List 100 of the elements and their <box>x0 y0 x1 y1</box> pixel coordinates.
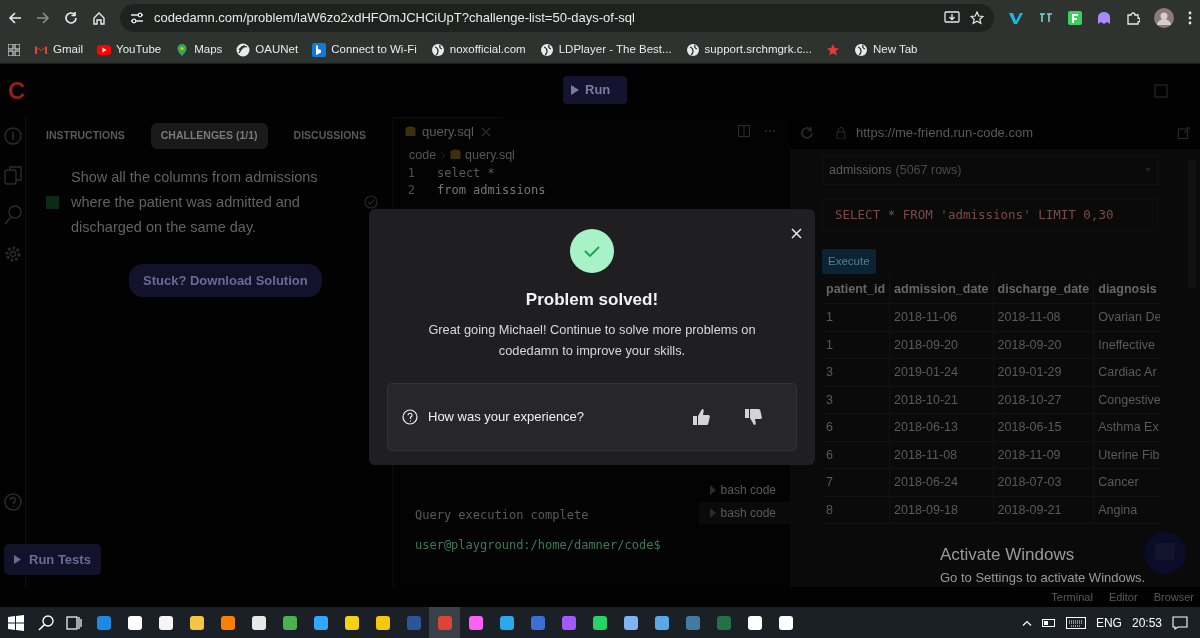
v-logo-icon[interactable] <box>1008 11 1024 25</box>
app-icon[interactable] <box>374 614 391 631</box>
dialog-message: Great going Michael! Continue to solve more problems on codedamn to improve your skills. <box>427 320 757 360</box>
breadcrumb-item[interactable]: code <box>409 145 437 165</box>
app-icon[interactable] <box>188 614 205 631</box>
thumbs-up-icon[interactable] <box>692 407 710 426</box>
panel-tab[interactable]: Terminal <box>1051 588 1093 606</box>
table-cell: 2018-09-20 <box>993 331 1094 359</box>
column-header: patient_id <box>822 276 890 304</box>
table-select[interactable]: admissions (5067 rows) <box>822 155 1158 185</box>
file-tab[interactable]: query.sql <box>393 117 503 145</box>
language-indicator[interactable]: ENG <box>1095 613 1122 632</box>
table-cell: 1 <box>822 303 890 332</box>
table-cell: 6 <box>822 441 890 469</box>
terminal-icon <box>708 507 717 519</box>
extension-icon[interactable] <box>1038 11 1054 25</box>
table-cell: 2018-11-06 <box>889 303 994 332</box>
windows-start-icon[interactable] <box>8 614 24 631</box>
tab[interactable]: DISCUSSIONS <box>283 123 376 149</box>
bookmark-link[interactable]: YouTube <box>97 40 162 59</box>
query-field[interactable]: SELECT * FROM 'admissions' LIMIT 0,30 <box>822 199 1158 231</box>
download-solution-button[interactable]: Stuck? Download Solution <box>129 263 322 298</box>
line-number: 2 <box>406 182 416 199</box>
app-icon[interactable] <box>219 614 236 631</box>
tab[interactable]: INSTRUCTIONS <box>36 123 135 149</box>
feedback-question: How was your experience? <box>428 407 586 426</box>
tab[interactable]: CHALLENGES (1/1) <box>150 123 268 149</box>
table-cell: Cancer <box>1093 468 1160 497</box>
keyboard-icon[interactable] <box>1065 616 1086 629</box>
app-icon[interactable] <box>498 614 515 631</box>
apps-grid-icon[interactable] <box>8 43 20 56</box>
table-cell: 2018-09-20 <box>889 331 994 359</box>
code-line: from admissions <box>437 182 546 199</box>
table-cell: 2018-11-08 <box>889 441 994 469</box>
app-icon[interactable] <box>281 614 298 631</box>
search-icon[interactable] <box>38 614 54 631</box>
app-icon[interactable] <box>250 614 267 631</box>
menu-icon[interactable] <box>1188 11 1192 25</box>
app-icon[interactable] <box>746 614 763 631</box>
table-cell: 2018-06-24 <box>889 468 994 497</box>
thumbs-down-icon[interactable] <box>744 407 762 426</box>
app-icon[interactable] <box>777 614 794 631</box>
address-bar[interactable]: codedamn.com/problem/laW6zo2xdHFOmJCHCiUpT?challenge-list=50-days-of-sql <box>120 4 994 32</box>
bookmark-link[interactable]: New Tab <box>854 40 918 59</box>
battery-icon[interactable] <box>1041 618 1056 627</box>
table-cell: 1 <box>822 331 890 359</box>
logo: C <box>8 75 26 106</box>
bookmark-link[interactable]: Connect to Wi-Fi <box>312 40 417 59</box>
breadcrumb-item[interactable]: query.sql <box>465 145 515 165</box>
notification-icon[interactable] <box>1172 615 1188 630</box>
avatar-icon[interactable] <box>1154 8 1174 28</box>
shell-tab[interactable]: bash code <box>698 479 790 501</box>
bookmark-link[interactable]: Maps <box>175 40 223 59</box>
install-icon[interactable] <box>944 11 960 25</box>
app-icon[interactable] <box>157 614 174 631</box>
app-icon[interactable] <box>126 614 143 631</box>
site-info-icon[interactable] <box>130 12 144 24</box>
forward-icon[interactable] <box>36 11 50 25</box>
app-icon[interactable] <box>467 614 484 631</box>
home-icon[interactable] <box>92 11 106 25</box>
ghost-icon[interactable] <box>1096 11 1112 25</box>
challenge-text: Show all the columns from admissions where the patient was admitted and discharged on the same day. <box>71 167 319 237</box>
terminal-prompt: user@playground:/home/damner/code$ <box>415 537 662 554</box>
shell-tab[interactable]: bash code <box>698 502 790 524</box>
globe-icon <box>685 42 700 57</box>
app-icon[interactable] <box>653 614 670 631</box>
back-icon[interactable] <box>8 11 22 25</box>
run-button[interactable]: Run <box>563 76 627 104</box>
bookmark-link[interactable]: support.srchmgrk.c... <box>685 40 812 59</box>
select-value: admissions <box>829 161 892 179</box>
globe-icon <box>854 42 868 57</box>
table-cell: 2018-06-13 <box>889 413 994 442</box>
star-icon[interactable] <box>826 42 840 57</box>
globe-icon <box>430 42 445 57</box>
app-icon[interactable] <box>591 614 608 631</box>
clock[interactable]: 20:53 <box>1131 613 1162 632</box>
app-icon[interactable] <box>622 614 639 631</box>
table-cell: 2018-07-03 <box>993 468 1094 497</box>
url-text: https://me-friend.run-code.com <box>856 124 1035 143</box>
bookmark-link[interactable]: OAUNet <box>236 40 299 59</box>
bookmark-link[interactable]: LDPlayer - The Best... <box>539 40 672 59</box>
app-icon[interactable] <box>312 614 329 631</box>
panel-tab[interactable]: Editor <box>1108 588 1138 606</box>
execute-button[interactable]: Execute <box>822 249 876 275</box>
table-cell: 2018-10-21 <box>889 386 994 414</box>
app-icon[interactable] <box>343 614 360 631</box>
bookmark-link[interactable]: noxofficial.com <box>430 40 526 59</box>
bookmark-link[interactable]: Gmail <box>34 40 84 59</box>
task-view-icon[interactable] <box>66 614 82 631</box>
extension-icon[interactable] <box>1068 11 1082 25</box>
puzzle-icon[interactable] <box>1126 11 1140 25</box>
chevron-up-icon[interactable] <box>1021 619 1032 626</box>
star-icon[interactable] <box>970 11 984 25</box>
play-icon <box>571 85 579 95</box>
panel-tab[interactable]: Browser <box>1153 588 1194 606</box>
help-icon <box>402 408 418 425</box>
dialog-title: Problem solved! <box>525 289 659 311</box>
run-tests-button[interactable]: Run Tests <box>4 543 101 575</box>
check-circle-icon <box>364 195 378 210</box>
column-header: discharge_date <box>993 276 1094 304</box>
